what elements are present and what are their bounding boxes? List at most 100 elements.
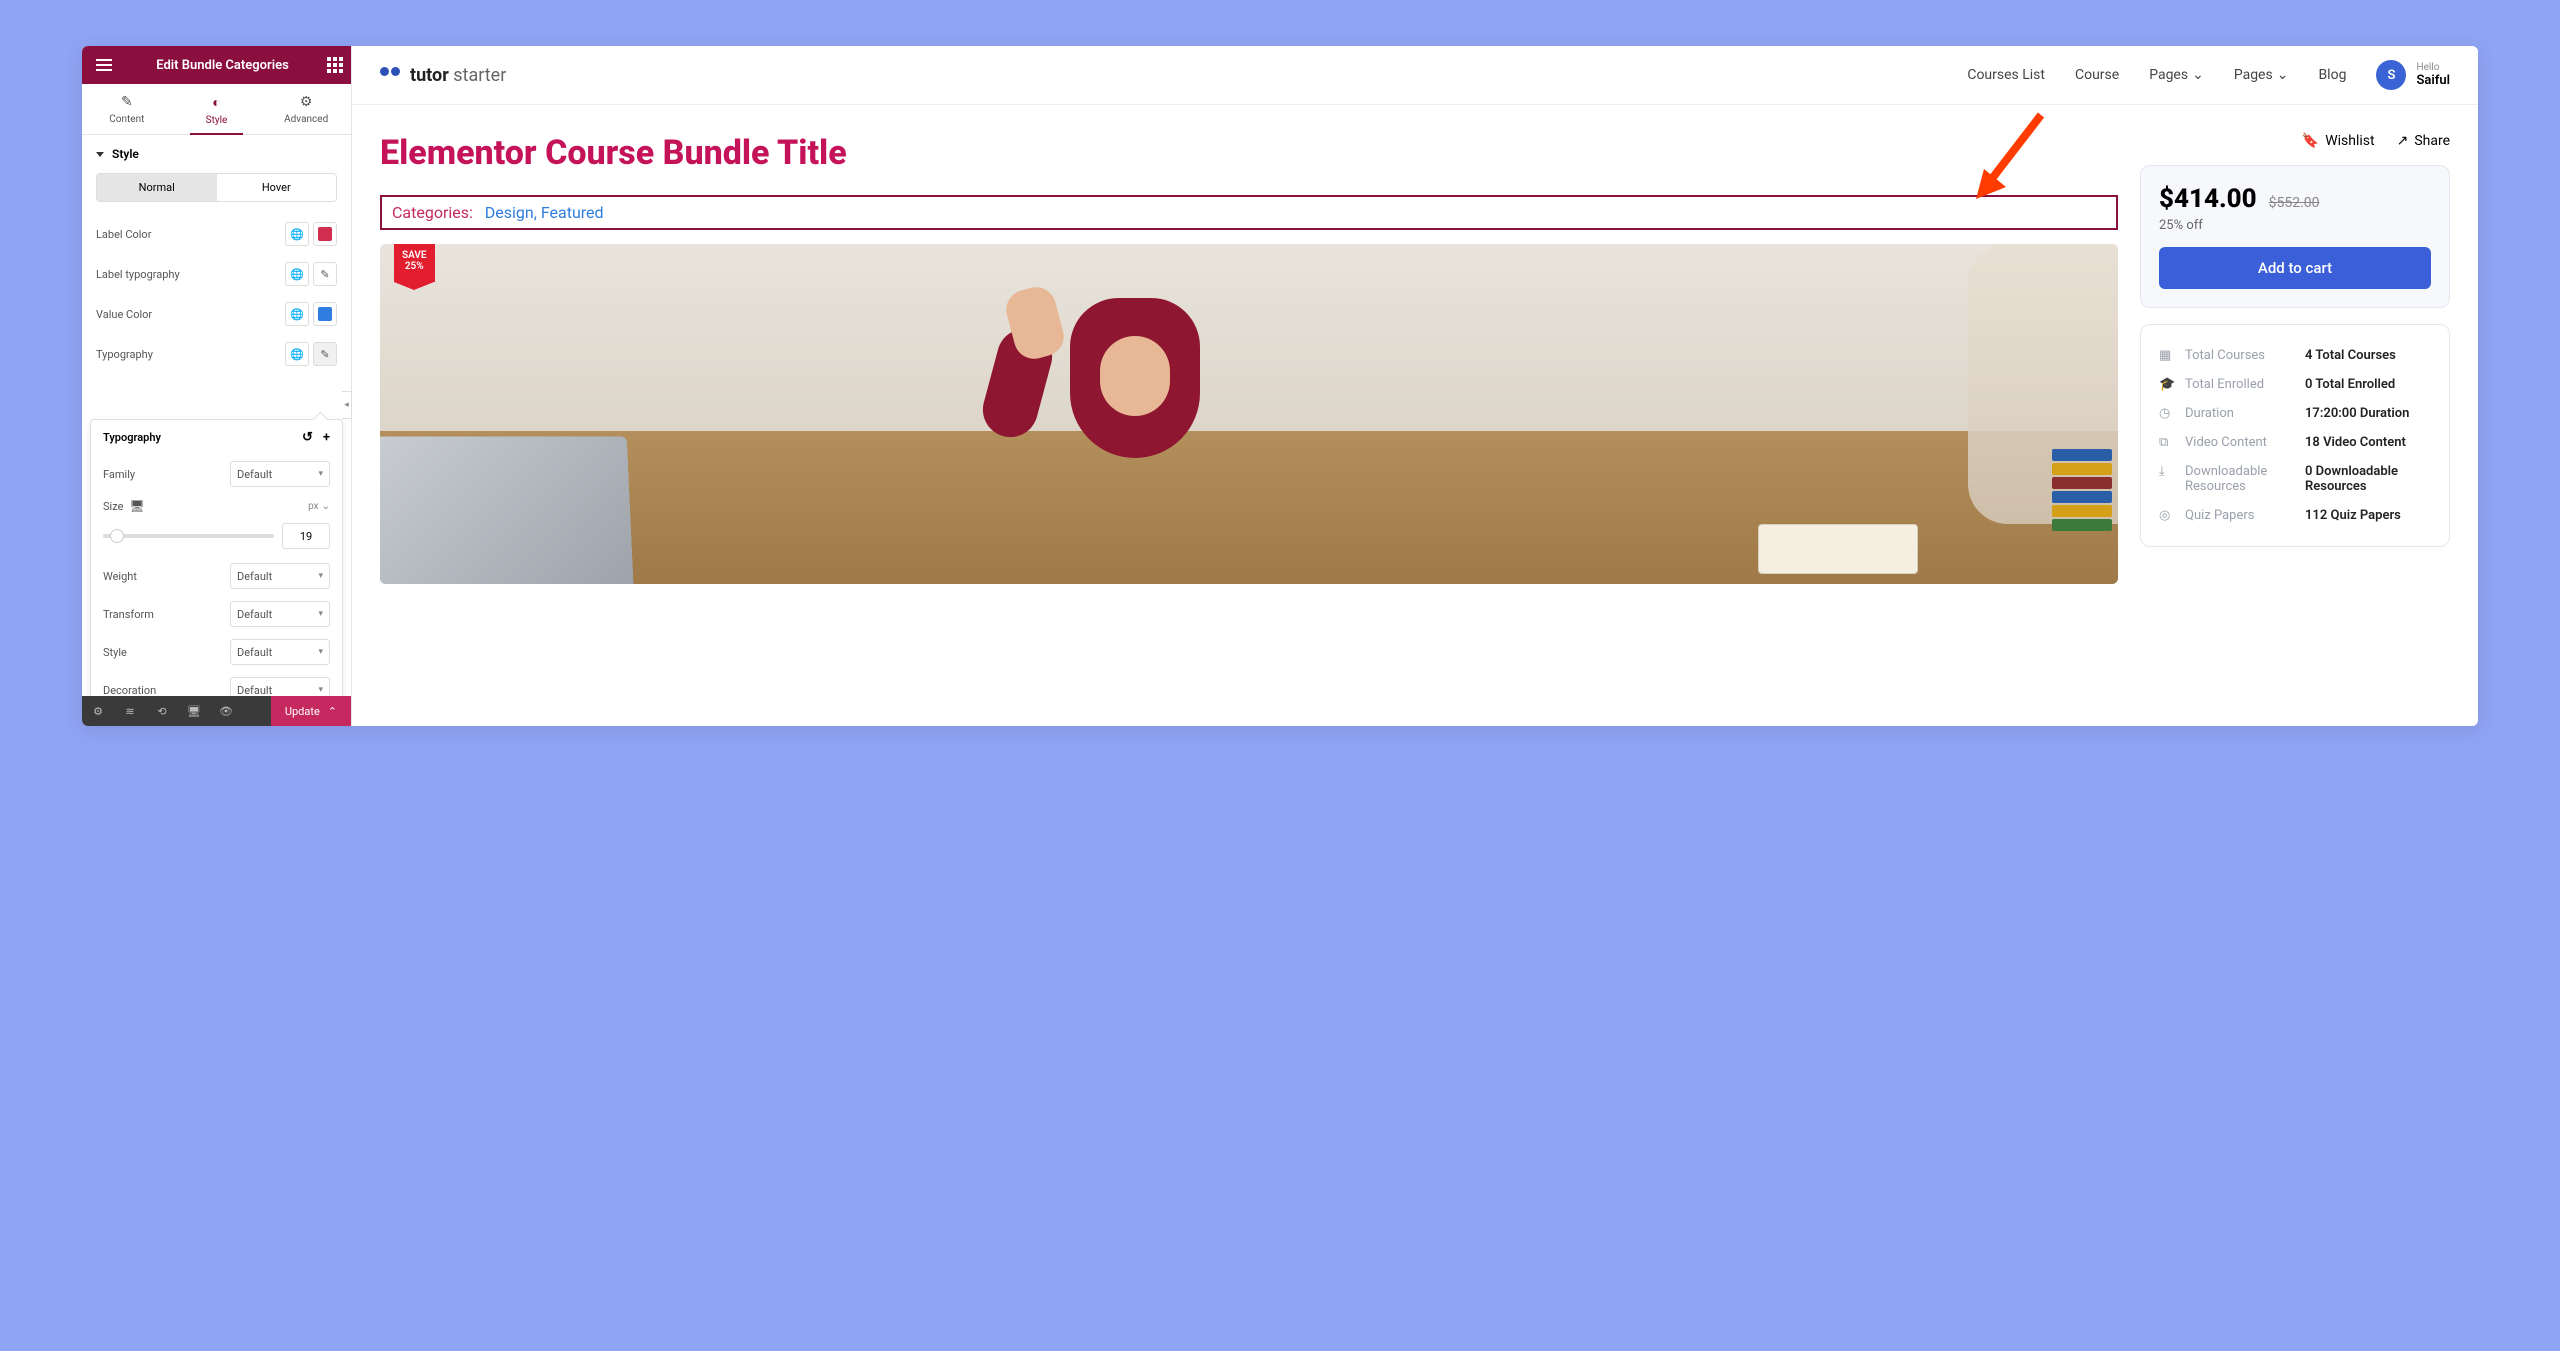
settings-icon[interactable]: ⚙: [82, 705, 114, 718]
page-content: Elementor Course Bundle Title Categories…: [352, 105, 2478, 612]
edit-pencil-icon[interactable]: ✎: [313, 262, 337, 286]
globe-icon[interactable]: 🌐: [285, 222, 309, 246]
preview-eye-icon[interactable]: 👁: [210, 705, 242, 718]
collapse-sidebar-icon[interactable]: ◂: [342, 391, 352, 419]
add-to-cart-button[interactable]: Add to cart: [2159, 247, 2431, 289]
menu-icon[interactable]: [90, 59, 118, 71]
unit-select[interactable]: px ⌄: [308, 501, 330, 512]
section-style[interactable]: Style: [82, 135, 351, 173]
meta-card: ▦Total Courses4 Total Courses 🎓Total Enr…: [2140, 324, 2450, 547]
panel-tabs: ✎Content ◐Style ⚙Advanced: [82, 84, 351, 135]
family-select[interactable]: Default▾: [230, 461, 330, 487]
state-toggle: Normal Hover: [96, 173, 337, 202]
navigator-icon[interactable]: ≋: [114, 705, 146, 718]
chevron-down-icon: ▾: [318, 685, 323, 695]
meta-row-video: ⧉Video Content18 Video Content: [2159, 428, 2431, 457]
share-button[interactable]: ↗Share: [2397, 133, 2450, 149]
control-label-color: Label Color 🌐: [82, 214, 351, 254]
meta-row-courses: ▦Total Courses4 Total Courses: [2159, 341, 2431, 370]
avatar: S: [2376, 60, 2406, 90]
nav-pages-2[interactable]: Pages ⌄: [2234, 67, 2289, 83]
reset-icon[interactable]: ↺: [302, 430, 313, 445]
category-link-featured[interactable]: Featured: [541, 203, 604, 222]
popover-title: Typography: [103, 431, 161, 444]
edit-pencil-icon[interactable]: ✎: [313, 342, 337, 366]
control-typography: Typography 🌐 ✎: [82, 334, 351, 374]
globe-icon[interactable]: 🌐: [285, 302, 309, 326]
video-icon: ⧉: [2159, 435, 2175, 450]
chevron-up-icon: ⌃: [328, 705, 337, 718]
chevron-down-icon: ⌄: [322, 501, 330, 512]
responsive-icon[interactable]: 🖥: [129, 499, 144, 513]
chevron-down-icon: ⌄: [2277, 67, 2289, 83]
chevron-down-icon: ▾: [318, 571, 323, 581]
categories-box: Categories: Design, Featured: [380, 195, 2118, 230]
nav-course[interactable]: Course: [2075, 67, 2119, 83]
tab-advanced[interactable]: ⚙Advanced: [261, 84, 351, 134]
graduation-icon: 🎓: [2159, 377, 2175, 392]
transform-select[interactable]: Default▾: [230, 601, 330, 627]
bookmark-icon: 🔖: [2302, 133, 2319, 149]
style-select[interactable]: Default▾: [230, 639, 330, 665]
chevron-down-icon: ▾: [318, 647, 323, 657]
decoration-select[interactable]: Default▾: [230, 677, 330, 696]
download-icon: ⤓: [2159, 464, 2175, 479]
add-icon[interactable]: +: [323, 430, 330, 445]
state-hover[interactable]: Hover: [217, 174, 337, 201]
site-logo[interactable]: tutor starter: [380, 65, 506, 86]
sidebar-footer: ⚙ ≋ ⟲ 🖥 👁 Update ⌃: [82, 696, 351, 726]
book-icon: ▦: [2159, 348, 2175, 363]
typography-popover: Typography ↺ + Family Default▾ Size 🖥 px…: [90, 419, 343, 696]
nav-pages-1[interactable]: Pages ⌄: [2149, 67, 2204, 83]
size-slider[interactable]: [103, 534, 274, 538]
owl-icon: [380, 67, 402, 83]
elementor-sidebar: Edit Bundle Categories ✎Content ◐Style ⚙…: [82, 46, 352, 726]
contrast-icon: ◐: [172, 94, 262, 111]
control-value-color: Value Color 🌐: [82, 294, 351, 334]
chevron-down-icon: ⌄: [2192, 67, 2204, 83]
color-swatch-red[interactable]: [313, 222, 337, 246]
price-card: $414.00 $552.00 25% off Add to cart: [2140, 165, 2450, 308]
panel-body: Style Normal Hover Label Color 🌐 Label t…: [82, 135, 351, 696]
meta-row-quiz: ◎Quiz Papers112 Quiz Papers: [2159, 501, 2431, 530]
sidebar-header: Edit Bundle Categories: [82, 46, 351, 84]
nav-blog[interactable]: Blog: [2318, 67, 2346, 83]
save-ribbon: SAVE 25%: [394, 244, 435, 282]
state-normal[interactable]: Normal: [97, 174, 217, 201]
wishlist-button[interactable]: 🔖Wishlist: [2302, 133, 2375, 149]
price-discount: 25% off: [2159, 218, 2431, 233]
hero-image: SAVE 25%: [380, 244, 2118, 584]
size-input[interactable]: [282, 523, 330, 549]
price-current: $414.00: [2159, 184, 2257, 214]
meta-row-duration: ◷Duration17:20:00 Duration: [2159, 399, 2431, 428]
weight-select[interactable]: Default▾: [230, 563, 330, 589]
sidebar-title: Edit Bundle Categories: [118, 58, 327, 73]
tab-content[interactable]: ✎Content: [82, 84, 172, 134]
main-nav: Courses List Course Pages ⌄ Pages ⌄ Blog: [1967, 67, 2346, 83]
chevron-down-icon: ▾: [318, 469, 323, 479]
user-menu[interactable]: S Hello Saiful: [2376, 60, 2450, 90]
price-original: $552.00: [2269, 195, 2320, 211]
gear-icon: ⚙: [261, 94, 351, 110]
widgets-grid-icon[interactable]: [327, 57, 343, 73]
globe-icon[interactable]: 🌐: [285, 262, 309, 286]
meta-row-download: ⤓Downloadable Resources0 Downloadable Re…: [2159, 457, 2431, 501]
category-link-design[interactable]: Design: [485, 203, 534, 222]
action-links: 🔖Wishlist ↗Share: [2140, 133, 2450, 149]
app-frame: Edit Bundle Categories ✎Content ◐Style ⚙…: [82, 46, 2478, 726]
clock-icon: ◷: [2159, 406, 2175, 421]
globe-icon[interactable]: 🌐: [285, 342, 309, 366]
responsive-mode-icon[interactable]: 🖥: [178, 705, 210, 718]
share-icon: ↗: [2397, 133, 2409, 149]
meta-row-enrolled: 🎓Total Enrolled0 Total Enrolled: [2159, 370, 2431, 399]
chevron-down-icon: ▾: [318, 609, 323, 619]
color-swatch-blue[interactable]: [313, 302, 337, 326]
history-icon[interactable]: ⟲: [146, 705, 178, 718]
nav-courses-list[interactable]: Courses List: [1967, 67, 2045, 83]
update-button[interactable]: Update ⌃: [271, 696, 351, 726]
site-header: tutor starter Courses List Course Pages …: [352, 46, 2478, 105]
tab-style[interactable]: ◐Style: [172, 84, 262, 134]
control-label-typography: Label typography 🌐 ✎: [82, 254, 351, 294]
caret-down-icon: [96, 152, 104, 157]
bundle-title: Elementor Course Bundle Title: [380, 133, 2118, 173]
